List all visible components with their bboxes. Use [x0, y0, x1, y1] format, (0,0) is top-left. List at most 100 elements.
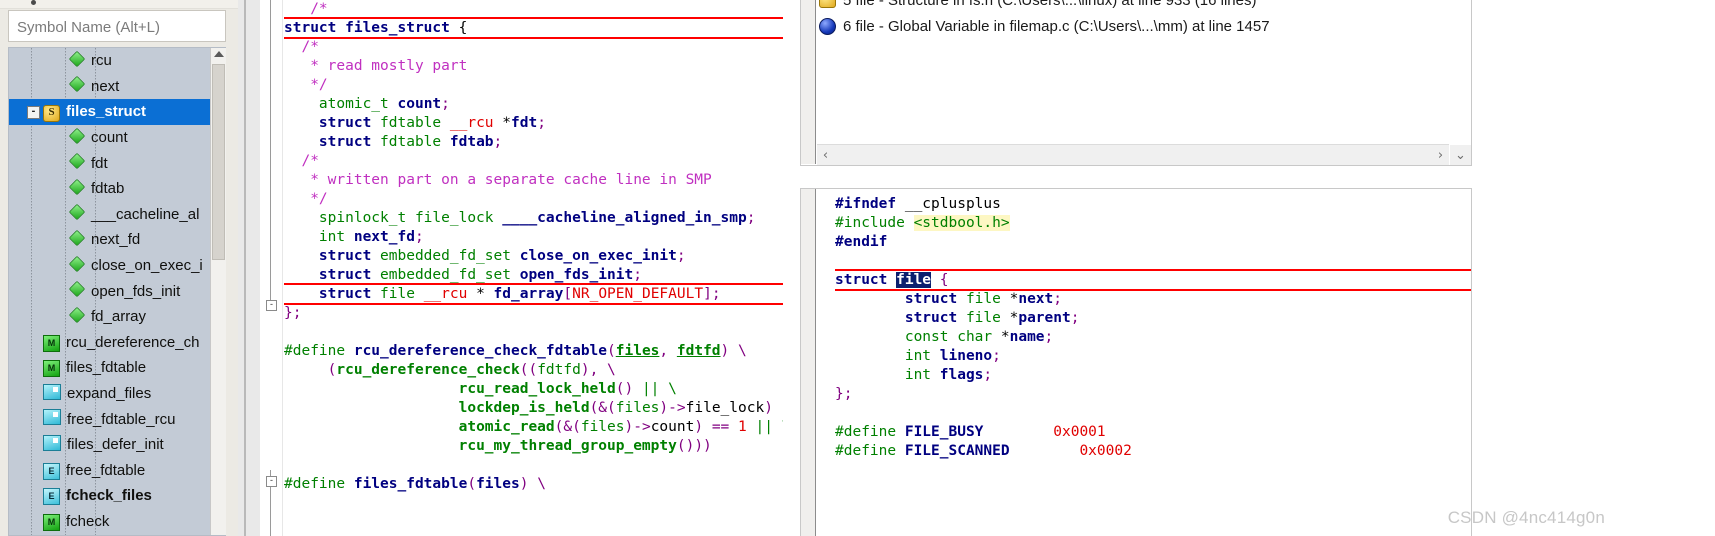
macro-icon: M [43, 334, 60, 352]
tree-item-fcheck_files[interactable]: Efcheck_files [9, 483, 211, 509]
scroll-down-arrow-icon[interactable]: ⌄ [1450, 145, 1471, 165]
code-editor-main[interactable]: - - /* struct files_struct { /* * read mo… [238, 0, 783, 536]
member-diamond-icon [68, 280, 86, 298]
code-line: struct file *next; [835, 291, 1062, 307]
scroll-up-arrow-icon[interactable] [214, 51, 224, 57]
tree-item-fcheck[interactable]: Mfcheck [9, 509, 211, 535]
fold-toggle-icon[interactable]: - [266, 300, 277, 311]
code-line: * written part on a separate cache line … [284, 172, 712, 188]
tree-item-free_fdtable[interactable]: Efree_fdtable [9, 458, 211, 484]
code-line: #define rcu_dereference_check_fdtable(fi… [284, 343, 747, 359]
code-line: /* [284, 153, 319, 169]
enum-icon: E [43, 462, 60, 480]
app-window: rcunext-Sfiles_structcountfdtfdtab___cac… [0, 0, 1715, 536]
search-result-row[interactable]: 6 file - Global Variable in filemap.c (C… [817, 13, 1471, 39]
search-results-list[interactable]: 5 file - Structure in fs.h (C:\Users\...… [817, 0, 1471, 132]
tree-item-files_struct[interactable]: - Sfiles_struct [9, 99, 211, 125]
member-diamond-icon [68, 153, 86, 170]
panel-titlebar [0, 0, 238, 9]
global-variable-icon [819, 17, 836, 35]
code-line: struct file { [835, 272, 949, 288]
tree-item-rcu[interactable]: rcu [9, 48, 211, 74]
editor-code-area[interactable]: /* struct files_struct { /* * read mostly… [284, 0, 783, 536]
code-line: rcu_my_thread_group_empty())) [458, 438, 712, 454]
member-diamond-icon [68, 255, 86, 272]
struct-icon [819, 0, 836, 8]
selected-token: file [896, 272, 932, 288]
code-line: struct fdtable fdtab; [284, 134, 503, 150]
tree-item-___cacheline_al[interactable]: ___cacheline_al [9, 202, 211, 228]
tree-item-count[interactable]: count [9, 125, 211, 151]
member-diamond-icon [68, 178, 86, 195]
code-line: /* [284, 1, 328, 17]
secondary-editor-code-area[interactable]: #ifndef __cplusplus #include <stdbool.h> #… [835, 195, 1471, 536]
secondary-editor-gutter [801, 189, 816, 536]
symbol-browser-panel: rcu next -Sfiles_structcount fdt fdtab ___cac… [0, 0, 238, 536]
code-line: atomic_t count; [284, 96, 450, 112]
member-diamond-icon [68, 306, 86, 323]
watermark-text: CSDN @4nc414g0n [1447, 508, 1605, 527]
tree-item-expand_files[interactable]: expand_files [9, 381, 211, 407]
code-line: #endif [835, 234, 888, 250]
code-line: * read mostly part [284, 58, 468, 74]
tree-item-next_fd[interactable]: next_fd [9, 227, 211, 253]
macro-icon: M [43, 513, 60, 531]
secondary-fold-margin[interactable] [816, 189, 834, 536]
code-line: #define FILE_SCANNED 0x0002 [835, 443, 1132, 459]
results-horizontal-scrollbar[interactable]: ‹ › [817, 144, 1449, 165]
tree-item-files_fdtable[interactable]: Mfiles_fdtable [9, 355, 211, 381]
tree-item-files_defer_init[interactable]: files_defer_init [9, 432, 211, 458]
member-diamond-icon [68, 204, 86, 221]
tree-item-label: fcheck_files [66, 487, 152, 505]
code-line: #define files_fdtable(files) \ [284, 476, 546, 492]
scroll-left-arrow-icon[interactable]: ‹ [817, 145, 834, 165]
code-editor-secondary[interactable]: #ifndef __cplusplus #include <stdbool.h> #… [800, 188, 1472, 536]
search-result-row[interactable]: 5 file - Structure in fs.h (C:\Users\...… [817, 0, 1471, 13]
tree-item-label: next_fd [91, 231, 141, 249]
tree-expander-icon[interactable]: - [27, 106, 40, 120]
tree-item-label: fcheck [66, 512, 110, 530]
code-line: struct embedded_fd_set open_fds_init; [284, 267, 642, 283]
code-line: lockdep_is_held(&(files)->file_lock) | [458, 400, 783, 416]
macro-icon: M [43, 360, 60, 378]
fold-toggle-icon[interactable]: - [266, 476, 277, 487]
tree-item-label: next [91, 77, 120, 95]
fold-line [270, 0, 271, 300]
tree-item-label: rcu [91, 52, 112, 70]
tree-item-close_on_exec_i[interactable]: close_on_exec_i [9, 253, 211, 279]
tree-vertical-scrollbar[interactable] [210, 48, 226, 535]
tree-item-label: close_on_exec_i [91, 257, 203, 275]
tree-item-rcu_dereference_ch[interactable]: Mrcu_dereference_ch [9, 330, 211, 356]
scrollbar-thumb[interactable] [212, 64, 225, 260]
tree-item-label: fdt [91, 154, 108, 172]
search-input[interactable] [15, 11, 225, 43]
tree-item-free_fdtable_rcu[interactable]: free_fdtable_rcu [9, 406, 211, 432]
editor-fold-margin[interactable]: - - [260, 0, 283, 536]
tree-item-label: open_fds_init [91, 282, 181, 300]
symbol-tree[interactable]: rcu next - Sfiles_struct count fdt fdtab ___cac… [8, 47, 226, 536]
tree-item-open_fds_init[interactable]: open_fds_init [9, 278, 211, 304]
struct-icon: S [43, 104, 60, 122]
search-results-panel[interactable]: 5 file - Structure in fs.h (C:\Users\...… [800, 0, 1472, 166]
tree-item-label: files_struct [66, 103, 147, 121]
tree-item-fdt[interactable]: fdt [9, 150, 211, 176]
tree-item-fdtab[interactable]: fdtab [9, 176, 211, 202]
member-diamond-icon [68, 127, 86, 144]
scroll-right-arrow-icon[interactable]: › [1432, 145, 1449, 165]
results-gutter [801, 0, 816, 164]
search-result-label: 6 file - Global Variable in filemap.c (C… [843, 17, 1270, 35]
code-line: (rcu_dereference_check((fdtfd), \ [284, 362, 616, 378]
tree-item-next[interactable]: next [9, 74, 211, 100]
code-line: int lineno; [835, 348, 1001, 364]
code-line: */ [284, 77, 328, 93]
code-line: atomic_read(&(files)->count) == 1 || \ [458, 419, 783, 435]
code-line: #define FILE_BUSY 0x0001 [835, 424, 1106, 440]
tree-item-label: files_defer_init [67, 436, 164, 454]
symbol-search-box[interactable] [8, 10, 226, 43]
results-vertical-scrollbar[interactable] [1450, 0, 1471, 145]
tree-item-fd_array[interactable]: fd_array [9, 304, 211, 330]
code-line: */ [284, 191, 328, 207]
